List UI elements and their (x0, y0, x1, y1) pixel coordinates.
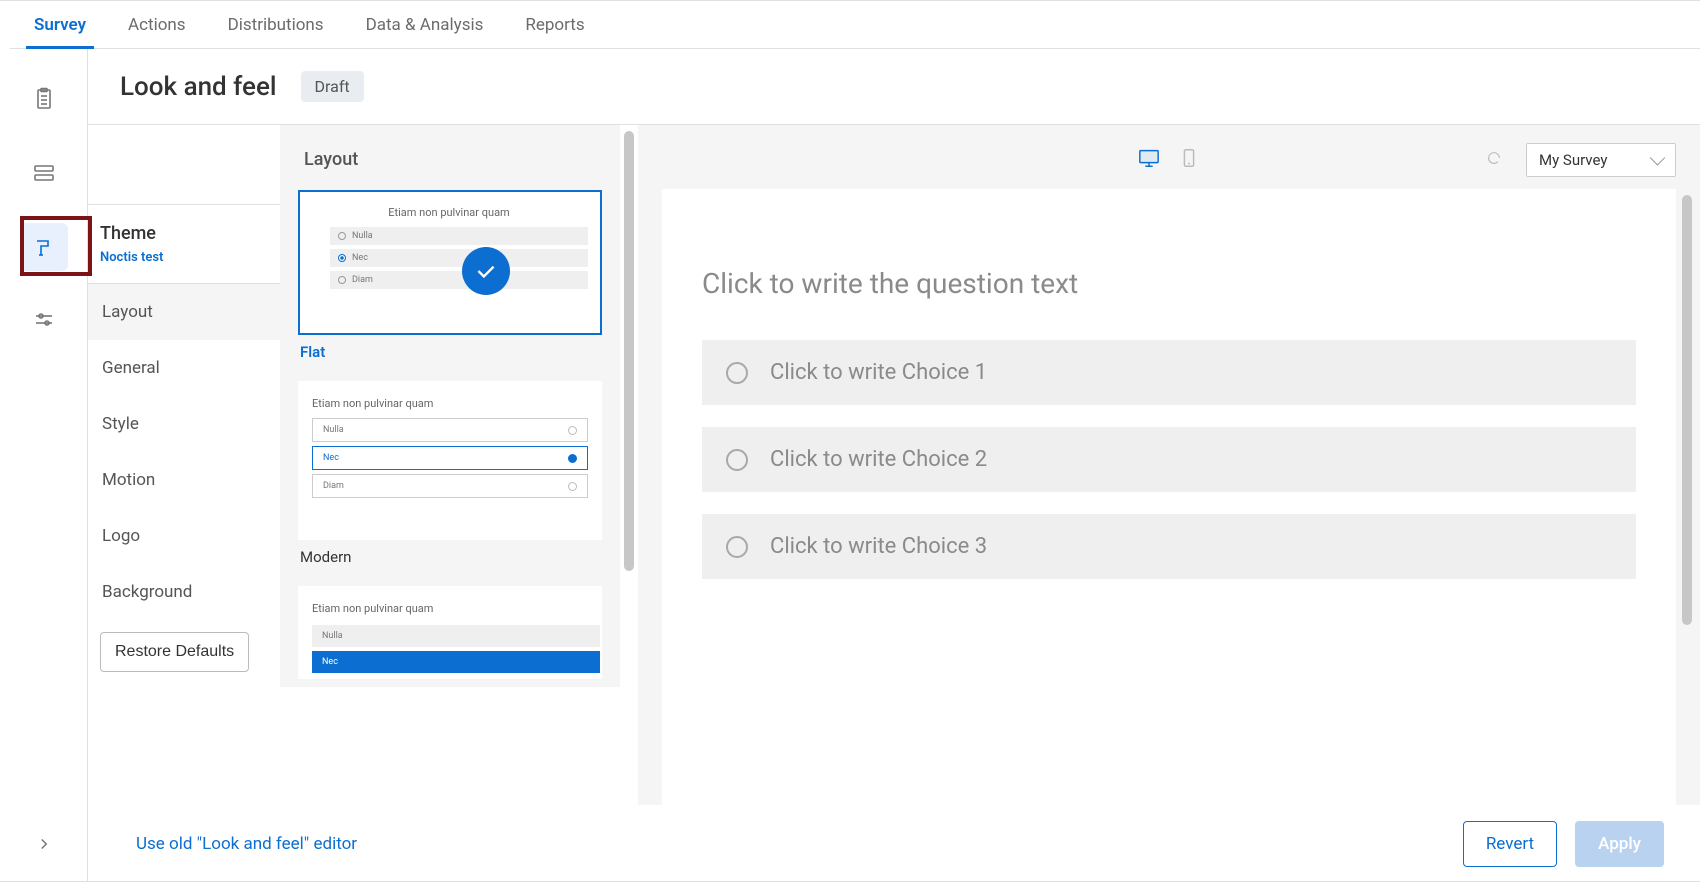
layout-card-classic[interactable]: Etiam non pulvinar quam Nulla Nec (298, 586, 602, 679)
apply-button[interactable]: Apply (1575, 821, 1664, 867)
layouts-column: Layout Etiam non pulvinar quam Nulla Nec… (280, 125, 620, 687)
layout-sample-c: Diam (352, 275, 373, 285)
tab-actions[interactable]: Actions (124, 1, 190, 48)
restore-defaults-button[interactable]: Restore Defaults (100, 632, 249, 672)
layouts-scrollbar[interactable] (624, 131, 634, 571)
sidenav-logo[interactable]: Logo (88, 508, 280, 564)
layout-sample-b: Nec (323, 453, 339, 463)
preview-canvas: Click to write the question text Click t… (662, 189, 1676, 881)
selected-check-icon (462, 247, 510, 295)
tab-survey[interactable]: Survey (30, 1, 90, 48)
choice-radio-icon (726, 449, 748, 471)
layout-sample-question: Etiam non pulvinar quam (312, 602, 600, 615)
choice-3-label: Click to write Choice 3 (770, 534, 987, 559)
preview-panel: My Survey Click to write the question te… (638, 125, 1700, 881)
sidenav-motion[interactable]: Motion (88, 452, 280, 508)
choice-3[interactable]: Click to write Choice 3 (702, 514, 1636, 579)
choice-2[interactable]: Click to write Choice 2 (702, 427, 1636, 492)
choice-1[interactable]: Click to write Choice 1 (702, 340, 1636, 405)
status-badge: Draft (301, 71, 364, 102)
layout-modern-label: Modern (300, 548, 602, 566)
old-editor-link[interactable]: Use old "Look and feel" editor (136, 834, 357, 854)
survey-select[interactable]: My Survey (1526, 143, 1676, 177)
top-tabs: Survey Actions Distributions Data & Anal… (10, 1, 1700, 49)
layout-sample-question: Etiam non pulvinar quam (310, 206, 588, 219)
tab-data-analysis[interactable]: Data & Analysis (362, 1, 488, 48)
preview-scrollbar[interactable] (1682, 195, 1692, 625)
choice-radio-icon (726, 362, 748, 384)
lookfeel-sidenav: Theme Noctis test Layout General Style M… (88, 125, 280, 881)
layout-sample-a: Nulla (322, 631, 343, 641)
footer: Use old "Look and feel" editor Revert Ap… (88, 805, 1700, 881)
choice-2-label: Click to write Choice 2 (770, 447, 987, 472)
tab-reports[interactable]: Reports (521, 1, 588, 48)
theme-block[interactable]: Theme Noctis test (88, 205, 280, 284)
left-rail (0, 49, 88, 881)
page-header: Look and feel Draft (88, 49, 1700, 125)
options-icon[interactable] (20, 297, 68, 345)
layout-sample-b: Nec (322, 657, 338, 667)
expand-rail-icon[interactable] (35, 835, 53, 857)
choice-1-label: Click to write Choice 1 (770, 360, 987, 385)
layout-sample-question: Etiam non pulvinar quam (312, 397, 588, 410)
choice-radio-icon (726, 536, 748, 558)
sidenav-style[interactable]: Style (88, 396, 280, 452)
layout-flat-label: Flat (300, 343, 602, 361)
revert-button[interactable]: Revert (1463, 821, 1557, 867)
page-title: Look and feel (120, 72, 277, 102)
refresh-preview-icon[interactable] (1486, 150, 1502, 170)
layout-sample-a: Nulla (352, 231, 373, 241)
theme-name: Noctis test (100, 250, 268, 265)
layouts-section-title: Layout (304, 149, 602, 170)
layout-card-modern[interactable]: Etiam non pulvinar quam Nulla Nec Diam (298, 381, 602, 540)
survey-select-label: My Survey (1539, 151, 1607, 169)
flow-icon[interactable] (20, 149, 68, 197)
layout-sample-c: Diam (323, 481, 344, 491)
builder-icon[interactable] (20, 75, 68, 123)
theme-label: Theme (100, 223, 268, 244)
look-and-feel-icon[interactable] (20, 223, 68, 271)
layout-sample-a: Nulla (323, 425, 344, 435)
mobile-preview-icon[interactable] (1178, 147, 1200, 173)
question-text[interactable]: Click to write the question text (702, 267, 1636, 300)
layout-sample-b: Nec (352, 253, 368, 263)
sidenav-layout[interactable]: Layout (88, 284, 280, 340)
sidenav-general[interactable]: General (88, 340, 280, 396)
sidenav-background[interactable]: Background (88, 564, 280, 620)
layout-card-flat[interactable]: Etiam non pulvinar quam Nulla Nec Diam (298, 190, 602, 335)
tab-distributions[interactable]: Distributions (224, 1, 328, 48)
desktop-preview-icon[interactable] (1138, 147, 1160, 173)
